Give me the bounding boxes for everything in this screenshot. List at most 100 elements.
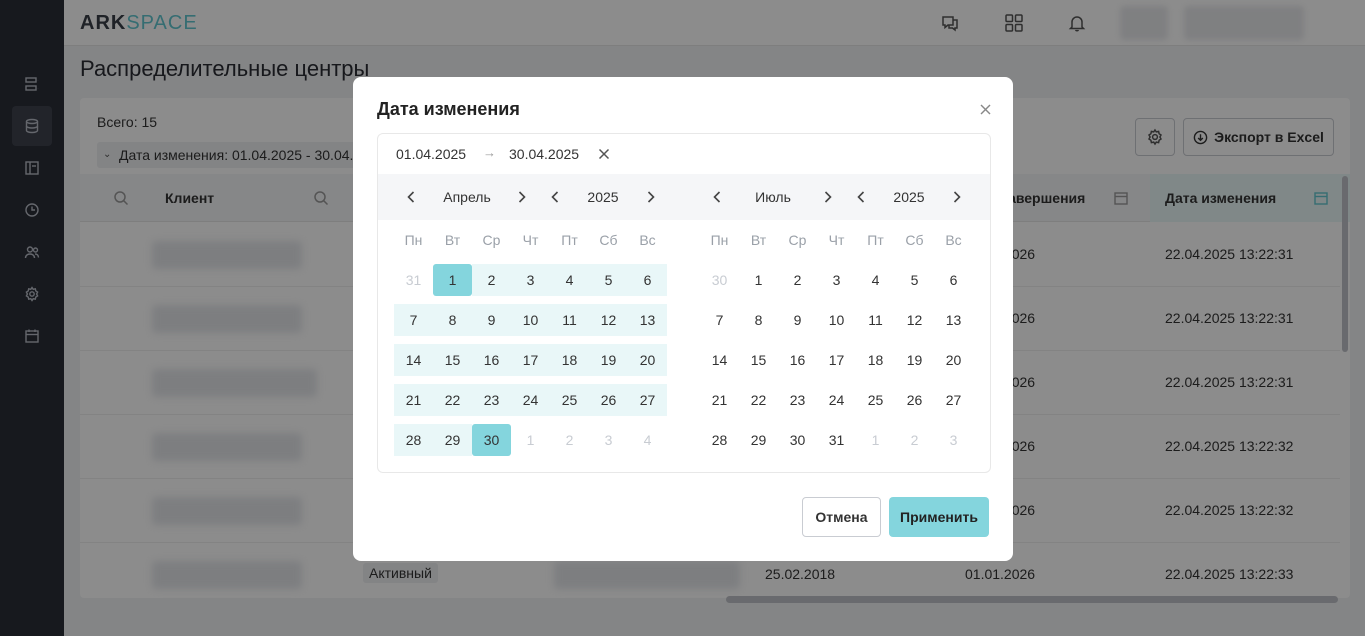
calendar-day[interactable]: 14 (700, 344, 739, 376)
calendar-day[interactable]: 8 (433, 304, 472, 336)
prev-year-button[interactable] (546, 188, 564, 206)
weekday-label: Пн (404, 232, 423, 248)
calendar-day[interactable]: 24 (511, 384, 550, 416)
calendar-day[interactable]: 13 (628, 304, 667, 336)
calendar-day[interactable]: 15 (739, 344, 778, 376)
calendar-day[interactable]: 8 (739, 304, 778, 336)
calendar-day[interactable]: 19 (895, 344, 934, 376)
calendar-day[interactable]: 15 (433, 344, 472, 376)
right-month-label[interactable]: Июль (739, 189, 807, 205)
calendar-day[interactable]: 1 (433, 264, 472, 296)
calendar-day[interactable]: 21 (700, 384, 739, 416)
chevron-left-icon (551, 191, 559, 203)
calendar-day[interactable]: 5 (589, 264, 628, 296)
weekday-label: Ср (482, 232, 501, 248)
calendar-day[interactable]: 7 (700, 304, 739, 336)
calendar-day[interactable]: 22 (739, 384, 778, 416)
next-year-button[interactable] (642, 188, 660, 206)
calendar-day[interactable]: 28 (394, 424, 433, 456)
calendar-day[interactable]: 2 (895, 424, 934, 456)
calendar-day[interactable]: 10 (511, 304, 550, 336)
calendar-day[interactable]: 2 (778, 264, 817, 296)
calendar-day[interactable]: 14 (394, 344, 433, 376)
calendar-day[interactable]: 6 (934, 264, 973, 296)
left-year-label[interactable]: 2025 (578, 189, 628, 205)
calendar-day[interactable]: 31 (394, 264, 433, 296)
calendar-day[interactable]: 17 (511, 344, 550, 376)
calendar-day[interactable]: 23 (472, 384, 511, 416)
calendar-day[interactable]: 28 (700, 424, 739, 456)
calendar-day[interactable]: 24 (817, 384, 856, 416)
calendar-day[interactable]: 3 (817, 264, 856, 296)
clear-range-button[interactable] (598, 147, 610, 160)
calendar-day[interactable]: 2 (550, 424, 589, 456)
calendar-day[interactable]: 10 (817, 304, 856, 336)
calendar-day[interactable]: 4 (856, 264, 895, 296)
date-range-input[interactable]: 01.04.2025 → 30.04.2025 (378, 134, 990, 174)
calendar-day[interactable]: 26 (589, 384, 628, 416)
calendar-day[interactable]: 16 (778, 344, 817, 376)
chevron-left-icon (713, 191, 721, 203)
calendar-day[interactable]: 30 (778, 424, 817, 456)
calendar-day[interactable]: 21 (394, 384, 433, 416)
calendar-day[interactable]: 30 (700, 264, 739, 296)
weekday-label: Ср (788, 232, 807, 248)
apply-button[interactable]: Применить (889, 497, 989, 537)
calendar-day[interactable]: 1 (856, 424, 895, 456)
calendar-day[interactable]: 3 (511, 264, 550, 296)
range-start-input[interactable]: 01.04.2025 (396, 146, 466, 162)
calendar-day[interactable]: 6 (628, 264, 667, 296)
calendar-day[interactable]: 3 (934, 424, 973, 456)
calendar-day[interactable]: 18 (550, 344, 589, 376)
prev-year-button[interactable] (852, 188, 870, 206)
calendar-day[interactable]: 9 (778, 304, 817, 336)
calendar-day[interactable]: 1 (511, 424, 550, 456)
calendar-day[interactable]: 3 (589, 424, 628, 456)
dialog-title: Дата изменения (377, 99, 520, 119)
calendar-day[interactable]: 27 (934, 384, 973, 416)
calendar-day[interactable]: 7 (394, 304, 433, 336)
calendar-day[interactable]: 23 (778, 384, 817, 416)
calendar-day[interactable]: 12 (589, 304, 628, 336)
calendar-day[interactable]: 20 (934, 344, 973, 376)
calendar-day[interactable]: 17 (817, 344, 856, 376)
next-month-button[interactable] (819, 188, 837, 206)
calendar-day[interactable]: 18 (856, 344, 895, 376)
calendar-day[interactable]: 11 (550, 304, 589, 336)
calendar-day[interactable]: 5 (895, 264, 934, 296)
weekday-label: Вт (750, 232, 767, 248)
next-month-button[interactable] (513, 188, 531, 206)
calendar-day[interactable]: 4 (628, 424, 667, 456)
calendar-day[interactable]: 26 (895, 384, 934, 416)
calendar-day[interactable]: 19 (589, 344, 628, 376)
calendar-day[interactable]: 25 (550, 384, 589, 416)
prev-month-button[interactable] (402, 188, 420, 206)
calendar-day[interactable]: 30 (472, 424, 511, 456)
cancel-button[interactable]: Отмена (802, 497, 881, 537)
close-button[interactable] (975, 99, 995, 119)
calendar-day[interactable]: 25 (856, 384, 895, 416)
calendar-day[interactable]: 29 (739, 424, 778, 456)
prev-month-button[interactable] (708, 188, 726, 206)
weekday-label: Пт (561, 232, 578, 248)
calendar-day[interactable]: 31 (817, 424, 856, 456)
calendar-day[interactable]: 27 (628, 384, 667, 416)
next-year-button[interactable] (948, 188, 966, 206)
left-month-label[interactable]: Апрель (433, 189, 501, 205)
calendar-day[interactable]: 9 (472, 304, 511, 336)
range-end-input[interactable]: 30.04.2025 (509, 146, 579, 162)
calendar-day[interactable]: 22 (433, 384, 472, 416)
weekday-label: Вс (639, 232, 656, 248)
weekday-label: Пт (867, 232, 884, 248)
calendar-day[interactable]: 20 (628, 344, 667, 376)
calendar-day[interactable]: 29 (433, 424, 472, 456)
calendar-day[interactable]: 16 (472, 344, 511, 376)
right-year-label[interactable]: 2025 (884, 189, 934, 205)
chevron-right-icon (953, 191, 961, 203)
calendar-day[interactable]: 13 (934, 304, 973, 336)
calendar-day[interactable]: 1 (739, 264, 778, 296)
calendar-day[interactable]: 12 (895, 304, 934, 336)
calendar-day[interactable]: 11 (856, 304, 895, 336)
calendar-day[interactable]: 2 (472, 264, 511, 296)
calendar-day[interactable]: 4 (550, 264, 589, 296)
